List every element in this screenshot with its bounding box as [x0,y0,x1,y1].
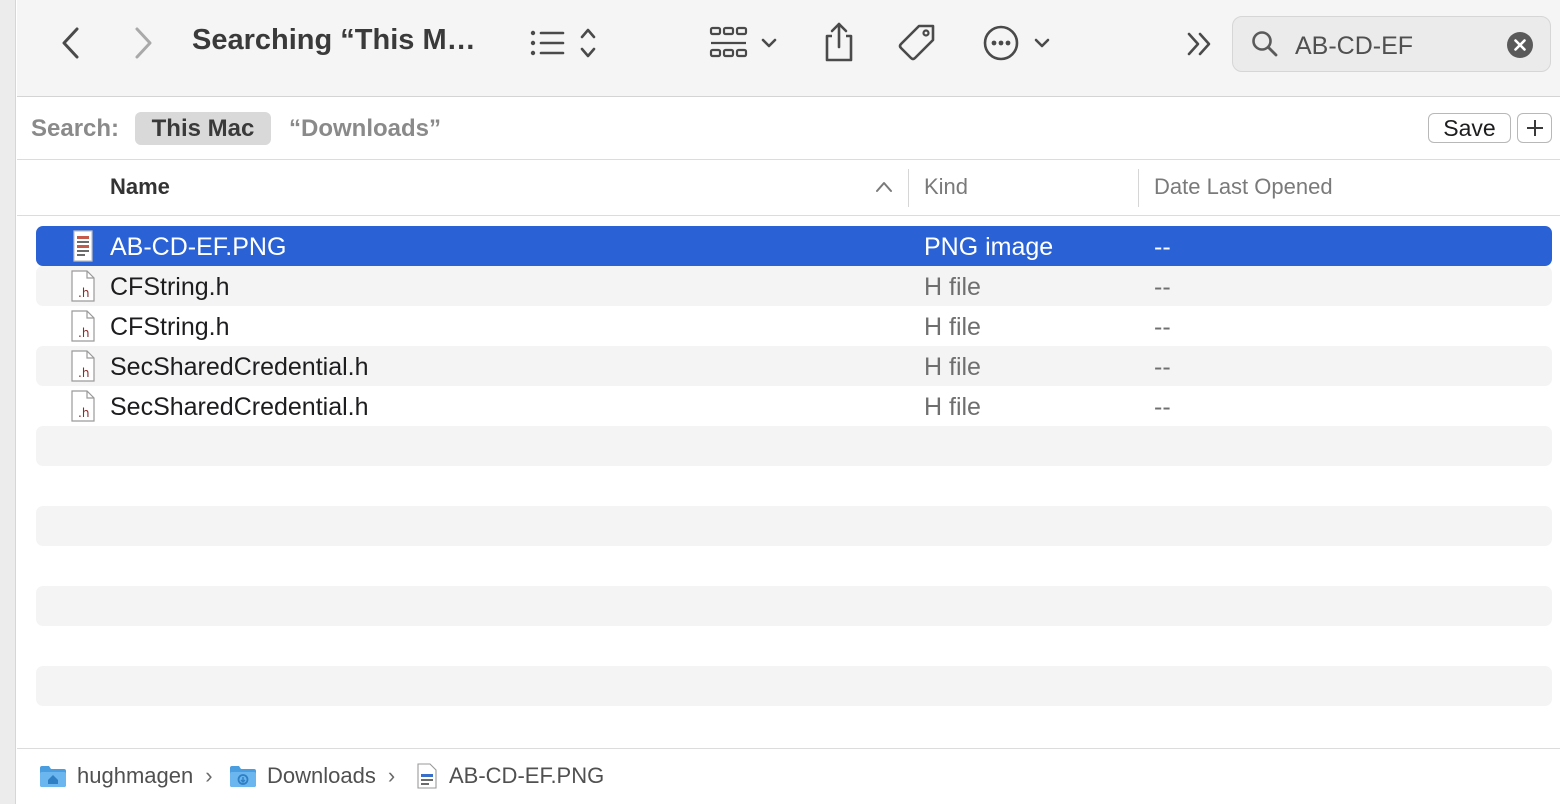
h-file-icon: .h [71,270,95,302]
search-field[interactable]: AB-CD-EF [1232,16,1551,72]
clear-search-icon[interactable] [1507,32,1533,58]
downloads-folder-icon [230,766,256,787]
share-button[interactable] [817,18,861,66]
file-name: SecSharedCredential.h [110,393,369,421]
svg-text:.h: .h [78,406,89,420]
column-name-header[interactable]: Name [110,174,170,200]
file-kind: PNG image [924,233,1054,261]
group-button[interactable] [705,22,785,64]
empty-row [36,546,1552,586]
file-kind: H file [924,313,981,341]
action-menu-button[interactable] [980,22,1060,64]
home-folder-icon [40,766,66,787]
file-kind: H file [924,353,981,381]
file-kind: H file [924,273,981,301]
file-name: AB-CD-EF.PNG [110,233,287,261]
file-date: -- [1154,313,1171,341]
svg-text:.h: .h [78,326,89,340]
file-kind: H file [924,393,981,421]
path-item-downloads[interactable]: Downloads › [229,763,395,789]
png-file-icon [417,763,437,789]
file-name: CFString.h [110,273,230,301]
add-criteria-button[interactable] [1517,113,1552,143]
toolbar-overflow-button[interactable] [1181,24,1219,64]
empty-row [36,506,1552,546]
save-search-button[interactable]: Save [1428,113,1511,143]
view-options-button[interactable] [527,22,607,64]
chevron-right-icon: › [387,763,396,788]
path-item-label: Downloads [267,763,376,788]
path-item-file[interactable]: AB-CD-EF.PNG [415,763,604,789]
file-name: SecSharedCredential.h [110,353,369,381]
search-input[interactable]: AB-CD-EF [1295,32,1413,61]
empty-row [36,466,1552,506]
column-divider[interactable] [908,169,909,207]
window-title: Searching “This M… [192,24,476,56]
back-button[interactable] [55,22,87,64]
tag-button[interactable] [894,20,940,66]
empty-row [36,626,1552,666]
forward-button[interactable] [127,22,159,64]
file-name: CFString.h [110,313,230,341]
tag-icon [898,24,935,61]
png-file-icon [73,230,93,262]
h-file-icon: .h [71,350,95,382]
toolbar: Searching “This M… AB-CD-EF [17,0,1560,97]
scope-label: Search: [31,115,120,142]
list-view-icon [530,28,596,58]
file-row[interactable]: .h SecSharedCredential.h H file -- [36,346,1552,386]
file-list: AB-CD-EF.PNG PNG image -- .h CFString.h … [36,226,1552,706]
file-date: -- [1154,393,1171,421]
search-scope-bar: Search: This Mac “Downloads” Save [17,98,1560,160]
column-kind-header[interactable]: Kind [924,174,968,200]
window-left-edge [0,0,16,804]
svg-text:.h: .h [78,366,89,380]
path-bar: hughmagen › Downloads › AB-CD-EF.PNG [17,749,1560,804]
svg-text:.h: .h [78,286,89,300]
chevron-left-icon [62,27,79,59]
file-row[interactable]: .h SecSharedCredential.h H file -- [36,386,1552,426]
empty-row [36,666,1552,706]
file-row[interactable]: .h CFString.h H file -- [36,306,1552,346]
scope-downloads-button[interactable]: “Downloads” [289,115,441,143]
column-date-header[interactable]: Date Last Opened [1154,174,1333,200]
column-divider[interactable] [1138,169,1139,207]
scope-this-mac-button[interactable]: This Mac [135,112,271,145]
file-date: -- [1154,273,1171,301]
file-row[interactable]: .h CFString.h H file -- [36,266,1552,306]
h-file-icon: .h [71,390,95,422]
chevron-right-icon [135,27,152,59]
file-row[interactable]: AB-CD-EF.PNG PNG image -- [36,226,1552,266]
double-chevron-right-icon [1187,32,1211,56]
search-icon [1252,31,1278,57]
path-item-home[interactable]: hughmagen › [39,763,213,789]
ellipsis-circle-icon [983,25,1050,61]
share-icon [825,22,853,62]
file-date: -- [1154,353,1171,381]
empty-row [36,426,1552,466]
path-item-label: hughmagen [77,763,194,788]
grid-icon [709,26,777,58]
column-header: Name Kind Date Last Opened [17,160,1560,216]
chevron-right-icon: › [205,763,213,788]
file-date: -- [1154,233,1171,261]
plus-icon [1526,120,1543,136]
empty-row [36,586,1552,626]
path-item-label: AB-CD-EF.PNG [449,763,605,788]
h-file-icon: .h [71,310,95,342]
sort-ascending-icon [876,182,892,192]
